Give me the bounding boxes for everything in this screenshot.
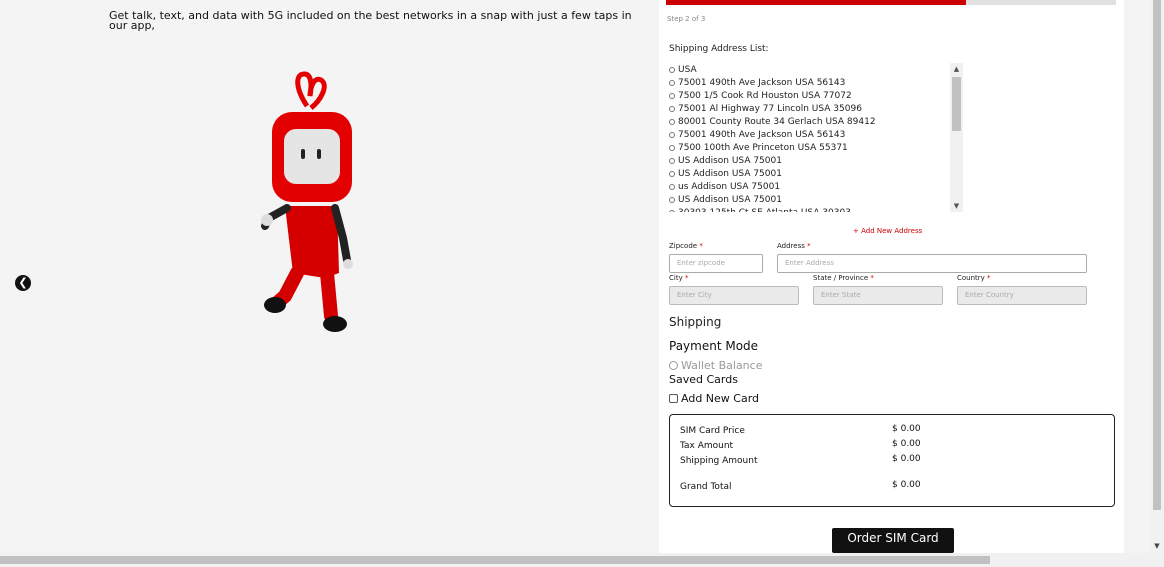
city-label-text: City xyxy=(669,274,683,282)
address-label-text: Address xyxy=(777,242,805,250)
order-summary: SIM Card Price $ 0.00 Tax Amount $ 0.00 … xyxy=(669,414,1115,507)
country-label: Country * xyxy=(957,274,991,282)
address-text: US Addison USA 75001 xyxy=(678,155,782,166)
tax-label: Tax Amount xyxy=(680,441,734,451)
address-list[interactable]: USA 75001 490th Ave Jackson USA 56143 7500… xyxy=(669,63,963,212)
address-radio[interactable] xyxy=(669,118,675,125)
scroll-up-icon[interactable]: ▲ xyxy=(950,63,963,75)
wallet-radio[interactable] xyxy=(669,361,678,370)
address-radio[interactable] xyxy=(669,196,675,203)
address-option[interactable]: US Addison USA 75001 xyxy=(669,193,949,206)
scroll-thumb[interactable] xyxy=(952,77,961,131)
address-radio[interactable] xyxy=(669,79,675,86)
address-text: USA xyxy=(678,64,697,75)
mascot-image xyxy=(261,71,353,332)
page-horizontal-thumb[interactable] xyxy=(0,556,990,564)
scroll-down-icon[interactable]: ▼ xyxy=(950,200,963,212)
shipping-amount-label: Shipping Amount xyxy=(680,456,758,466)
add-new-card-label: Add New Card xyxy=(681,392,760,405)
address-option[interactable]: 75001 Al Highway 77 Lincoln USA 35096 xyxy=(669,102,949,115)
country-label-text: Country xyxy=(957,274,985,282)
address-text: 75001 490th Ave Jackson USA 56143 xyxy=(678,77,846,88)
required-mark: * xyxy=(870,274,874,282)
address-option[interactable]: us Addison USA 75001 xyxy=(669,180,949,193)
required-mark: * xyxy=(987,274,991,282)
address-text: 80001 County Route 34 Gerlach USA 89412 xyxy=(678,116,876,127)
grand-total-value: $ 0.00 xyxy=(892,480,921,490)
address-radio[interactable] xyxy=(669,92,675,99)
address-option[interactable]: 75001 490th Ave Jackson USA 56143 xyxy=(669,128,949,141)
address-text: us Addison USA 75001 xyxy=(678,181,781,192)
address-items: USA 75001 490th Ave Jackson USA 56143 7500… xyxy=(669,63,949,212)
wallet-balance-option[interactable]: Wallet Balance xyxy=(669,359,762,372)
address-list-scrollbar[interactable]: ▲ ▼ xyxy=(950,63,963,212)
page-scroll-thumb[interactable] xyxy=(1153,0,1161,510)
city-label: City * xyxy=(669,274,688,282)
address-option[interactable]: USA xyxy=(669,63,949,76)
back-arrow-icon[interactable]: ❮ xyxy=(15,275,31,291)
zipcode-label-text: Zipcode xyxy=(669,242,698,250)
address-radio[interactable] xyxy=(669,105,675,112)
add-new-address-link[interactable]: + Add New Address xyxy=(853,227,922,235)
state-label-text: State / Province xyxy=(813,274,869,282)
page-scroll-down-icon[interactable]: ▼ xyxy=(1150,540,1164,552)
address-radio[interactable] xyxy=(669,131,675,138)
address-radio[interactable] xyxy=(669,209,675,212)
payment-mode-heading: Payment Mode xyxy=(669,339,759,353)
address-radio[interactable] xyxy=(669,66,675,73)
address-radio[interactable] xyxy=(669,144,675,151)
address-option[interactable]: 7500 1/5 Cook Rd Houston USA 77072 xyxy=(669,89,949,102)
address-radio[interactable] xyxy=(669,170,675,177)
checkout-panel: Step 2 of 3 Shipping Address List: USA 75… xyxy=(659,0,1124,553)
page: Get talk, text, and data with 5G include… xyxy=(0,0,1164,567)
page-horizontal-scrollbar[interactable] xyxy=(0,553,1164,567)
sim-price-value: $ 0.00 xyxy=(892,424,921,434)
address-option[interactable]: US Addison USA 75001 xyxy=(669,167,949,180)
step-progress-bar xyxy=(666,0,1116,5)
address-option[interactable]: 75001 490th Ave Jackson USA 56143 xyxy=(669,76,949,89)
step-label: Step 2 of 3 xyxy=(667,15,706,23)
address-text: 7500 100th Ave Princeton USA 55371 xyxy=(678,142,848,153)
required-mark: * xyxy=(807,242,811,250)
address-radio[interactable] xyxy=(669,157,675,164)
address-label: Address * xyxy=(777,242,811,250)
wallet-balance-label: Wallet Balance xyxy=(681,359,763,372)
saved-cards-label: Saved Cards xyxy=(669,373,738,386)
address-list-label: Shipping Address List: xyxy=(669,44,769,54)
add-new-card-option[interactable]: Add New Card xyxy=(669,392,759,405)
address-option[interactable]: US Addison USA 75001 xyxy=(669,154,949,167)
state-input[interactable]: Enter State xyxy=(813,286,943,305)
promo-panel: Get talk, text, and data with 5G include… xyxy=(0,0,658,553)
sim-price-label: SIM Card Price xyxy=(680,426,745,436)
address-option[interactable]: 80001 County Route 34 Gerlach USA 89412 xyxy=(669,115,949,128)
state-label: State / Province * xyxy=(813,274,874,282)
address-text: US Addison USA 75001 xyxy=(678,194,782,205)
address-text: 30303 125th Ct SE Atlanta USA 30303 xyxy=(678,208,851,213)
address-input[interactable]: Enter Address xyxy=(777,254,1087,273)
zipcode-input[interactable]: Enter zipcode xyxy=(669,254,763,273)
address-radio[interactable] xyxy=(669,183,675,190)
address-text: 75001 490th Ave Jackson USA 56143 xyxy=(678,129,846,140)
country-input[interactable]: Enter Country xyxy=(957,286,1087,305)
address-text: 7500 1/5 Cook Rd Houston USA 77072 xyxy=(678,90,852,101)
address-text: US Addison USA 75001 xyxy=(678,168,782,179)
add-new-card-checkbox[interactable] xyxy=(669,394,678,403)
page-vertical-scrollbar[interactable]: ▼ xyxy=(1150,0,1164,553)
tax-value: $ 0.00 xyxy=(892,439,921,449)
city-input[interactable]: Enter City xyxy=(669,286,799,305)
promo-tagline: Get talk, text, and data with 5G include… xyxy=(109,9,632,32)
address-text: 75001 Al Highway 77 Lincoln USA 35096 xyxy=(678,103,862,114)
grand-total-label: Grand Total xyxy=(680,482,732,492)
shipping-heading: Shipping xyxy=(669,315,722,329)
address-option[interactable]: 30303 125th Ct SE Atlanta USA 30303 xyxy=(669,206,949,212)
shipping-amount-value: $ 0.00 xyxy=(892,454,921,464)
zipcode-label: Zipcode * xyxy=(669,242,703,250)
required-mark: * xyxy=(699,242,703,250)
step-progress-fill xyxy=(666,0,967,5)
order-sim-card-button[interactable]: Order SIM Card xyxy=(832,528,954,553)
required-mark: * xyxy=(684,274,689,282)
address-option[interactable]: 7500 100th Ave Princeton USA 55371 xyxy=(669,141,949,154)
